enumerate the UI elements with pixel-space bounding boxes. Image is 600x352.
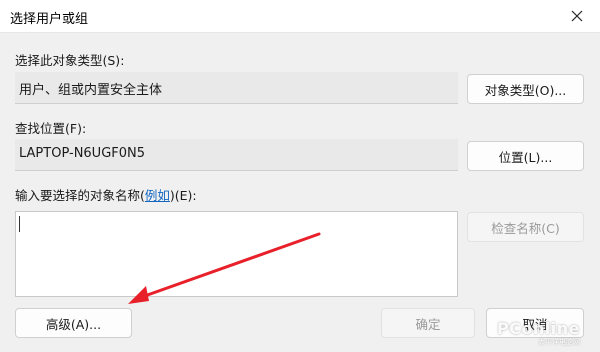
watermark-brand: PConline [496,319,580,338]
watermark-tagline: 太平洋电脑网 [538,338,580,346]
object-type-value: 用户、组或内置安全主体 [15,72,458,104]
object-names-input[interactable] [15,211,458,297]
text-caret [19,216,20,232]
ok-button[interactable]: 确定 [381,308,475,338]
location-value: LAPTOP-N6UGF0N5 [15,139,458,171]
object-type-label: 选择此对象类型(S): [15,53,125,68]
object-types-button[interactable]: 对象类型(O)... [467,74,584,104]
check-names-button[interactable]: 检查名称(C) [467,212,584,242]
close-button[interactable] [560,2,594,30]
location-label: 查找位置(F): [15,121,87,136]
advanced-button[interactable]: 高级(A)... [15,308,132,338]
title-bar: 选择用户或组 [0,0,600,33]
watermark: PConline 太平洋电脑网 [497,321,580,346]
examples-link[interactable]: 例如 [145,188,170,203]
object-names-label-suffix: )(E): [169,188,197,203]
object-names-label: 输入要选择的对象名称(例如)(E): [15,185,197,204]
window-title: 选择用户或组 [10,12,89,27]
object-names-label-prefix: 输入要选择的对象名称( [15,188,145,203]
close-icon [571,10,583,22]
locations-button[interactable]: 位置(L)... [467,141,584,171]
